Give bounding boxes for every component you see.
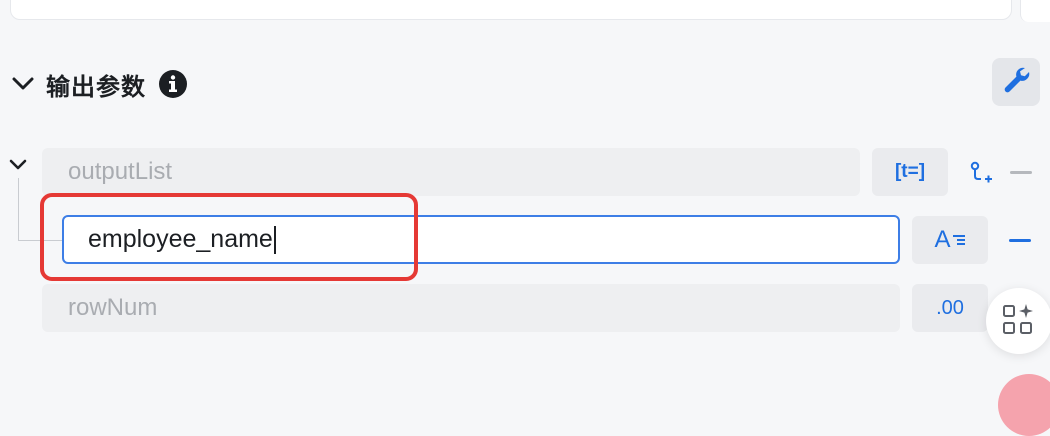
info-icon[interactable] <box>158 69 188 99</box>
param-name-text: outputList <box>68 158 173 185</box>
type-selector-array[interactable]: [t=] <box>872 148 948 196</box>
output-params-header: 输出参数 <box>10 62 188 106</box>
assistant-avatar[interactable] <box>998 374 1050 436</box>
param-name-field-rownum[interactable]: rowNum <box>42 284 900 332</box>
settings-wrench-button[interactable] <box>992 58 1040 106</box>
collapse-chevron-icon[interactable] <box>10 71 36 97</box>
param-name-text: rowNum <box>68 294 158 321</box>
add-child-param-icon[interactable] <box>968 160 994 186</box>
side-panel-edge <box>1020 0 1050 22</box>
remove-param-button[interactable] <box>1010 171 1032 174</box>
apps-sparkle-icon <box>1002 302 1038 343</box>
string-type-icon: A <box>934 226 965 254</box>
number-type-icon: .00 <box>936 296 964 319</box>
type-selector-number[interactable]: .00 <box>912 284 988 332</box>
wrench-icon <box>1001 65 1031 100</box>
floating-apps-button[interactable] <box>986 288 1050 354</box>
array-type-icon: [t=] <box>894 161 926 182</box>
previous-section-card <box>10 0 1012 20</box>
expand-row-chevron-icon[interactable] <box>8 158 30 174</box>
param-name-field-outputlist[interactable]: outputList <box>42 148 860 196</box>
remove-param-button[interactable] <box>1009 239 1031 242</box>
tree-connector <box>18 178 19 240</box>
highlight-annotation-box <box>40 193 418 281</box>
section-title: 输出参数 <box>46 73 146 101</box>
type-selector-string[interactable]: A <box>912 216 988 264</box>
